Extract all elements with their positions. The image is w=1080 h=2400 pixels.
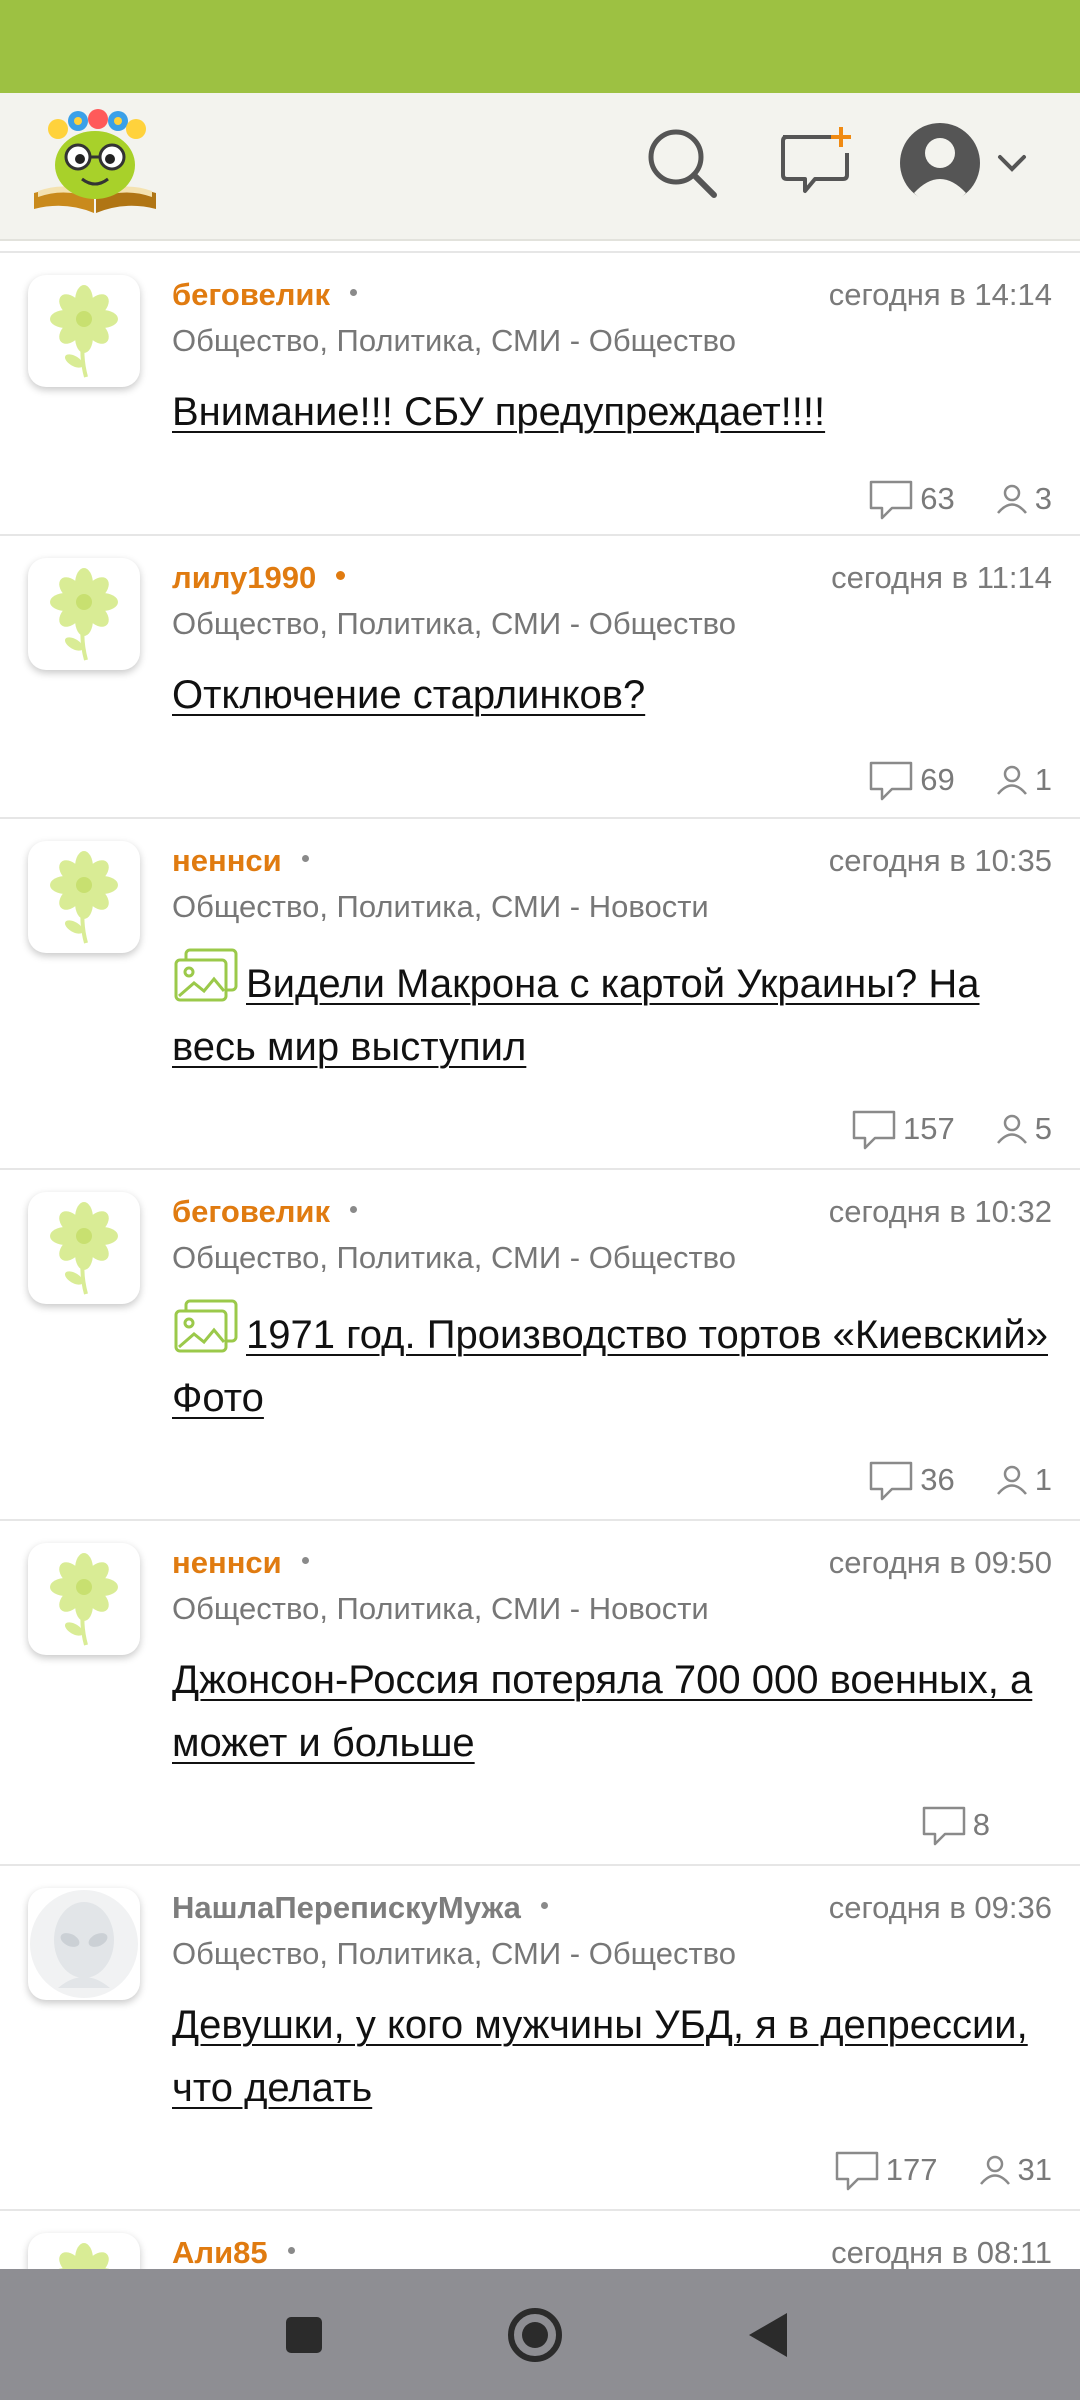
comments-icon bbox=[870, 761, 913, 801]
post-category[interactable]: Общество, Политика, СМИ - Общество bbox=[172, 1240, 736, 1276]
post-stats: 177 31 bbox=[794, 2145, 1052, 2195]
comments-count: 63 bbox=[920, 481, 955, 516]
post-time: сегодня в 10:35 bbox=[828, 843, 1052, 878]
topic-item[interactable]: Али85 сегодня в 08:11 bbox=[0, 2211, 1080, 2269]
participants-count: 3 bbox=[1034, 481, 1052, 516]
online-dot bbox=[540, 1902, 548, 1910]
post-stats: 157 5 bbox=[811, 1104, 1052, 1154]
online-dot bbox=[349, 1206, 357, 1214]
post-category[interactable]: Общество, Политика, СМИ - Общество bbox=[172, 606, 736, 642]
post-stats: 63 3 bbox=[828, 474, 1052, 524]
recent-apps-icon[interactable] bbox=[268, 2299, 340, 2371]
post-title[interactable]: 1971 год. Производство тортов «Киевский»… bbox=[172, 1298, 1052, 1430]
online-dot bbox=[301, 1557, 309, 1565]
post-time: сегодня в 11:14 bbox=[831, 560, 1052, 595]
online-dot bbox=[336, 571, 346, 581]
avatar[interactable] bbox=[28, 841, 140, 953]
author-name[interactable]: беговелик bbox=[172, 277, 357, 313]
author-name[interactable]: беговелик bbox=[172, 1194, 357, 1230]
topic-item[interactable]: НашлаПерепискуМужа сегодня в 09:36 Общес… bbox=[0, 1866, 1080, 2211]
comments-count: 69 bbox=[920, 762, 955, 797]
post-time: сегодня в 14:14 bbox=[828, 277, 1052, 312]
comments-count: 177 bbox=[885, 2152, 938, 2187]
participants-icon bbox=[979, 2155, 1010, 2185]
participants-icon bbox=[996, 765, 1027, 795]
search-icon[interactable] bbox=[642, 123, 722, 203]
comments-icon bbox=[870, 1461, 913, 1501]
comments-icon bbox=[922, 1806, 965, 1846]
topic-item[interactable]: лилу1990 сегодня в 11:14 Общество, Полит… bbox=[0, 536, 1080, 819]
post-title[interactable]: Девушки, у кого мужчины УБД, я в депресс… bbox=[172, 1994, 1052, 2120]
participants-icon bbox=[996, 1465, 1027, 1495]
author-name[interactable]: НашлаПерепискуМужа bbox=[172, 1890, 548, 1926]
system-navigation-bar bbox=[0, 2269, 1080, 2400]
online-dot bbox=[301, 855, 309, 863]
post-category[interactable]: Общество, Политика, СМИ - Общество bbox=[172, 323, 736, 359]
comments-icon bbox=[835, 2151, 879, 2191]
comments-icon bbox=[870, 480, 913, 520]
image-attachment-icon bbox=[174, 948, 238, 1002]
author-name[interactable]: Али85 bbox=[172, 2235, 295, 2269]
topic-item[interactable]: беговелик сегодня в 14:14 Общество, Поли… bbox=[0, 253, 1080, 536]
back-icon[interactable] bbox=[733, 2299, 805, 2371]
author-name[interactable]: лилу1990 bbox=[172, 560, 346, 596]
comments-count: 36 bbox=[920, 1462, 955, 1497]
author-name[interactable]: неннси bbox=[172, 1545, 309, 1581]
comments-count: 8 bbox=[972, 1807, 990, 1842]
participants-count: 31 bbox=[1017, 2152, 1052, 2187]
comments-icon bbox=[852, 1110, 896, 1150]
participants-count: 1 bbox=[1034, 762, 1052, 797]
avatar-alien[interactable] bbox=[28, 1888, 140, 2000]
participants-icon bbox=[996, 484, 1027, 514]
post-category[interactable]: Общество, Политика, СМИ - Новости bbox=[172, 889, 709, 925]
post-title[interactable]: Джонсон-Россия потеряла 700 000 военных,… bbox=[172, 1649, 1052, 1775]
online-dot bbox=[287, 2247, 295, 2255]
post-time: сегодня в 08:11 bbox=[831, 2235, 1052, 2269]
new-post-icon[interactable] bbox=[775, 123, 855, 203]
image-attachment-icon bbox=[174, 1299, 238, 1353]
post-stats: 69 1 bbox=[828, 755, 1052, 805]
topic-item[interactable]: беговелик сегодня в 10:32 Общество, Поли… bbox=[0, 1170, 1080, 1521]
avatar[interactable] bbox=[28, 1192, 140, 1304]
topic-item[interactable]: неннси сегодня в 10:35 Общество, Политик… bbox=[0, 819, 1080, 1170]
avatar[interactable] bbox=[28, 275, 140, 387]
profile-menu-button[interactable] bbox=[898, 119, 1038, 209]
post-category[interactable]: Общество, Политика, СМИ - Новости bbox=[172, 1591, 709, 1627]
status-bar bbox=[0, 0, 1080, 93]
post-time: сегодня в 09:50 bbox=[828, 1545, 1052, 1580]
post-title[interactable]: Видели Макрона с картой Украины? На весь… bbox=[172, 947, 1052, 1079]
participants-count: 1 bbox=[1034, 1462, 1052, 1497]
post-title[interactable]: Внимание!!! СБУ предупреждает!!!! bbox=[172, 381, 1052, 444]
author-name[interactable]: неннси bbox=[172, 843, 309, 879]
post-time: сегодня в 10:32 bbox=[828, 1194, 1052, 1229]
comments-count: 157 bbox=[903, 1111, 955, 1146]
avatar[interactable] bbox=[28, 558, 140, 670]
topic-item[interactable]: неннси сегодня в 09:50 Общество, Политик… bbox=[0, 1521, 1080, 1866]
post-category[interactable]: Общество, Политика, СМИ - Общество bbox=[172, 1936, 736, 1972]
participants-count: 5 bbox=[1034, 1111, 1052, 1146]
post-title[interactable]: Отключение старлинков? bbox=[172, 664, 1052, 727]
online-dot bbox=[349, 289, 357, 297]
site-logo[interactable] bbox=[30, 107, 160, 219]
participants-icon bbox=[996, 1114, 1027, 1144]
home-icon[interactable] bbox=[499, 2299, 571, 2371]
app-header bbox=[0, 93, 1080, 241]
post-time: сегодня в 09:36 bbox=[828, 1890, 1052, 1925]
post-stats: 8 bbox=[881, 1800, 990, 1850]
avatar[interactable] bbox=[28, 1543, 140, 1655]
avatar[interactable] bbox=[28, 2233, 140, 2269]
post-stats: 36 1 bbox=[828, 1455, 1052, 1505]
topic-feed[interactable]: беговелик сегодня в 14:14 Общество, Поли… bbox=[0, 241, 1080, 2269]
